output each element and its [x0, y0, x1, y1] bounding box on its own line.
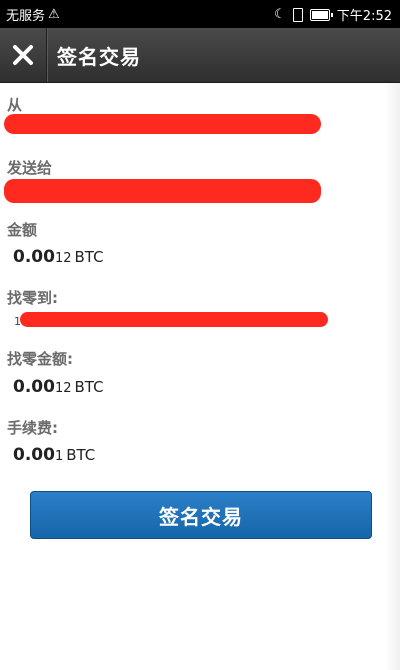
- change-address-redacted: [20, 312, 328, 327]
- close-button[interactable]: [0, 28, 47, 82]
- close-icon: [13, 45, 33, 65]
- amount-main: 0.00: [13, 247, 55, 267]
- fee-main: 0.00: [13, 445, 55, 465]
- from-label: 从: [7, 96, 23, 114]
- to-address-redacted: [4, 179, 321, 203]
- amount-sub: 12: [54, 251, 72, 266]
- sign-transaction-button[interactable]: 签名交易: [30, 491, 372, 539]
- fee-label: 手续费:: [7, 419, 58, 437]
- status-right: ☾ 下午2:52: [274, 5, 392, 25]
- fee-unit: BTC: [66, 446, 96, 464]
- scroll-edge-shadow: [384, 83, 400, 670]
- status-time: 下午2:52: [336, 9, 392, 24]
- amount-value: 0.00 12 BTC: [13, 247, 104, 267]
- amount-label: 金额: [7, 221, 38, 239]
- fee-sub: 1: [54, 449, 64, 464]
- change-amount-main: 0.00: [13, 377, 55, 397]
- title-bar: 签名交易: [0, 28, 400, 83]
- to-label: 发送给: [7, 159, 53, 177]
- change-amount-label: 找零金额:: [7, 350, 73, 368]
- change-amount-unit: BTC: [74, 378, 104, 396]
- page-title: 签名交易: [57, 45, 141, 69]
- battery-icon: [309, 8, 333, 21]
- from-address-redacted: [4, 114, 321, 134]
- carrier-text: 无服务: [6, 9, 46, 24]
- status-left: 无服务 ⚠: [6, 5, 60, 25]
- change-amount-value: 0.00 12 BTC: [13, 377, 104, 397]
- battery-fill: [311, 10, 328, 19]
- change-to-label: 找零到:: [7, 289, 58, 307]
- amount-unit: BTC: [74, 248, 104, 266]
- moon-icon: ☾: [274, 6, 286, 22]
- status-bar: 无服务 ⚠ ☾ 下午2:52: [0, 0, 400, 28]
- fee-value: 0.00 1 BTC: [13, 445, 95, 465]
- sim-card-icon: [292, 7, 303, 22]
- change-amount-sub: 12: [54, 381, 72, 396]
- warning-icon: ⚠: [48, 6, 60, 22]
